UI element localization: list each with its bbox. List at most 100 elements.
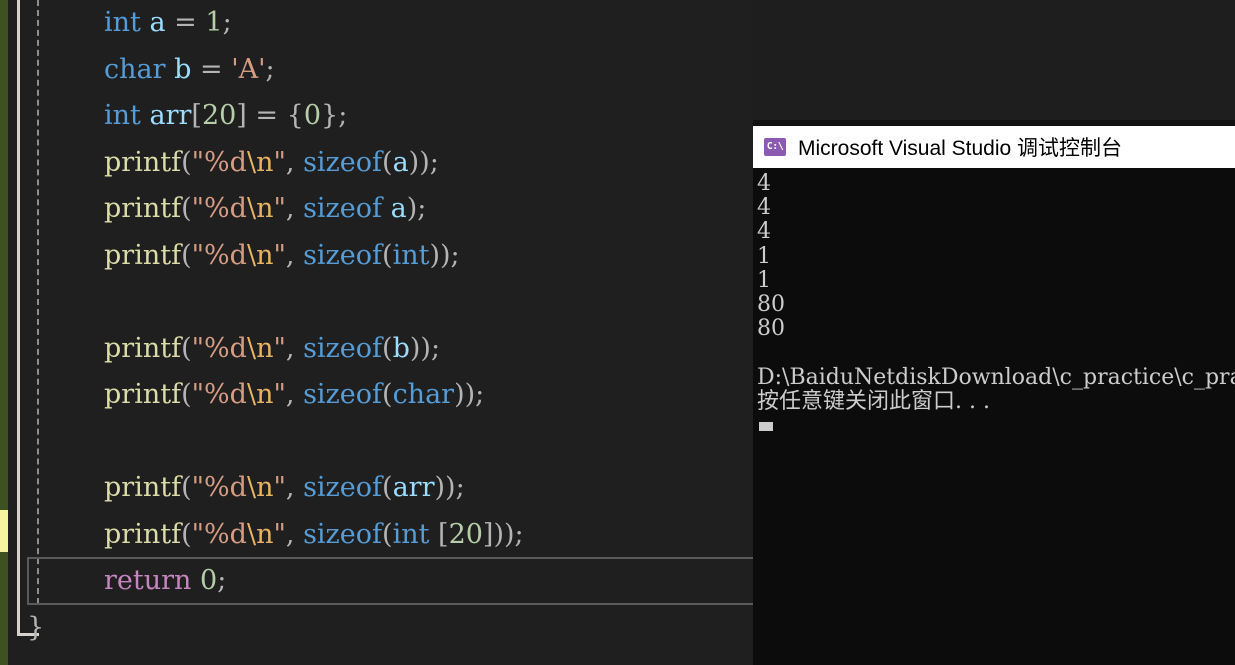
- code-line[interactable]: printf("%d\n", sizeof a);: [0, 186, 524, 233]
- code-line[interactable]: }: [0, 605, 524, 652]
- code-token: ;: [475, 379, 485, 410]
- code-token: (: [181, 379, 192, 410]
- console-cursor: [759, 422, 773, 432]
- code-token: 'A': [231, 53, 266, 85]
- console-output-line: 按任意键关闭此窗口. . .: [757, 388, 990, 414]
- code-token: \n: [246, 239, 274, 271]
- code-token: 20: [448, 518, 483, 550]
- code-token: =: [165, 7, 206, 38]
- code-token: "%d: [191, 332, 247, 364]
- code-token: \n: [246, 332, 274, 364]
- code-token: a: [390, 193, 407, 224]
- debug-console-window[interactable]: C:\ Microsoft Visual Studio 调试控制台 444118…: [753, 126, 1235, 665]
- code-token: ": [273, 472, 286, 503]
- code-token: int: [104, 7, 141, 38]
- code-token: }: [321, 100, 339, 131]
- code-token: (: [382, 146, 393, 178]
- code-token: int: [392, 518, 430, 550]
- code-token: printf: [104, 379, 182, 410]
- code-line[interactable]: int a = 1;: [0, 0, 524, 47]
- cmd-prompt-icon: C:\: [764, 138, 786, 156]
- code-token: )): [408, 146, 430, 178]
- console-output-line: 4: [757, 219, 771, 245]
- code-token: ;: [430, 332, 441, 364]
- console-output-line: D:\BaiduNetdiskDownload\c_practice\c_pra: [757, 364, 1235, 390]
- code-token: ,: [285, 239, 304, 271]
- code-line[interactable]: printf("%d\n", sizeof(char));: [0, 372, 524, 419]
- code-token: \n: [246, 193, 274, 224]
- code-token: printf: [104, 472, 182, 503]
- code-token: ;: [429, 146, 439, 178]
- code-token: sizeof: [303, 379, 383, 410]
- code-token: ,: [285, 518, 304, 550]
- console-output-line: 1: [757, 267, 771, 293]
- code-token: "%d: [191, 379, 247, 410]
- code-line[interactable]: int arr[20] = {0};: [0, 93, 524, 140]
- code-token: )): [429, 239, 451, 271]
- code-token: ": [273, 332, 286, 364]
- console-window-title: Microsoft Visual Studio 调试控制台: [798, 137, 1123, 160]
- code-token: (: [382, 379, 393, 410]
- code-token: (: [382, 332, 393, 364]
- code-token: ,: [285, 193, 304, 224]
- code-line[interactable]: char b = 'A';: [0, 47, 524, 94]
- code-token: [: [429, 518, 449, 550]
- code-token: =: [191, 53, 232, 85]
- code-token: 1: [205, 7, 223, 38]
- code-token: "%d: [191, 472, 247, 503]
- code-token: ;: [514, 518, 524, 550]
- code-line[interactable]: printf("%d\n", sizeof(b));: [0, 326, 524, 373]
- code-token: printf: [104, 239, 182, 271]
- code-token: 0: [200, 565, 218, 596]
- code-token: ])): [482, 518, 515, 550]
- console-title-bar[interactable]: C:\ Microsoft Visual Studio 调试控制台: [753, 126, 1235, 168]
- code-line[interactable]: [0, 279, 524, 326]
- code-token: ": [273, 379, 286, 410]
- code-token: sizeof: [303, 518, 383, 550]
- code-token: printf: [104, 146, 182, 178]
- code-line[interactable]: [0, 419, 524, 466]
- code-token: ": [273, 518, 286, 550]
- code-token: \n: [246, 146, 274, 178]
- console-output-area[interactable]: 4 4 4 1 1 80 80 D:\BaiduNetdiskDownload\c_prac…: [753, 168, 1235, 432]
- code-line[interactable]: printf("%d\n", sizeof(int [20]));: [0, 512, 524, 559]
- code-token: (: [382, 472, 393, 503]
- code-token: int: [392, 239, 430, 271]
- code-token: )): [434, 472, 456, 503]
- code-token: sizeof: [303, 472, 383, 503]
- code-token: b: [392, 332, 410, 364]
- code-token: char: [392, 379, 455, 410]
- code-token: b: [174, 53, 192, 85]
- code-token: 0: [303, 100, 322, 131]
- console-output-line: 1: [757, 243, 771, 269]
- code-editor-pane[interactable]: int a = 1; char b = 'A'; int arr[20] = {0}…: [0, 0, 753, 665]
- console-output-line: 4: [757, 171, 771, 196]
- code-token: (: [181, 518, 192, 550]
- code-token: ;: [265, 53, 275, 85]
- code-token: (: [181, 193, 192, 224]
- code-token: ": [273, 239, 286, 271]
- code-token: sizeof: [303, 332, 383, 364]
- code-token: arr: [392, 472, 435, 503]
- code-token: a: [392, 146, 409, 178]
- code-token: sizeof: [303, 193, 383, 224]
- code-line[interactable]: printf("%d\n", sizeof(int));: [0, 233, 524, 280]
- code-token: }: [27, 611, 45, 643]
- console-output-line: 4: [757, 195, 771, 221]
- code-token: (: [382, 239, 393, 271]
- code-token: (: [181, 332, 192, 364]
- code-line[interactable]: printf("%d\n", sizeof(arr));: [0, 465, 524, 512]
- code-line[interactable]: printf("%d\n", sizeof(a));: [0, 140, 524, 187]
- code-token: (: [382, 518, 393, 550]
- code-token: \n: [246, 379, 274, 410]
- code-text[interactable]: int a = 1; char b = 'A'; int arr[20] = {0}…: [0, 0, 524, 651]
- code-token: ;: [450, 239, 460, 271]
- code-token: (: [181, 472, 192, 503]
- code-token: =: [246, 100, 287, 131]
- code-line-current[interactable]: return 0;: [0, 558, 524, 605]
- code-token: a: [149, 7, 166, 38]
- code-token: [: [191, 100, 202, 131]
